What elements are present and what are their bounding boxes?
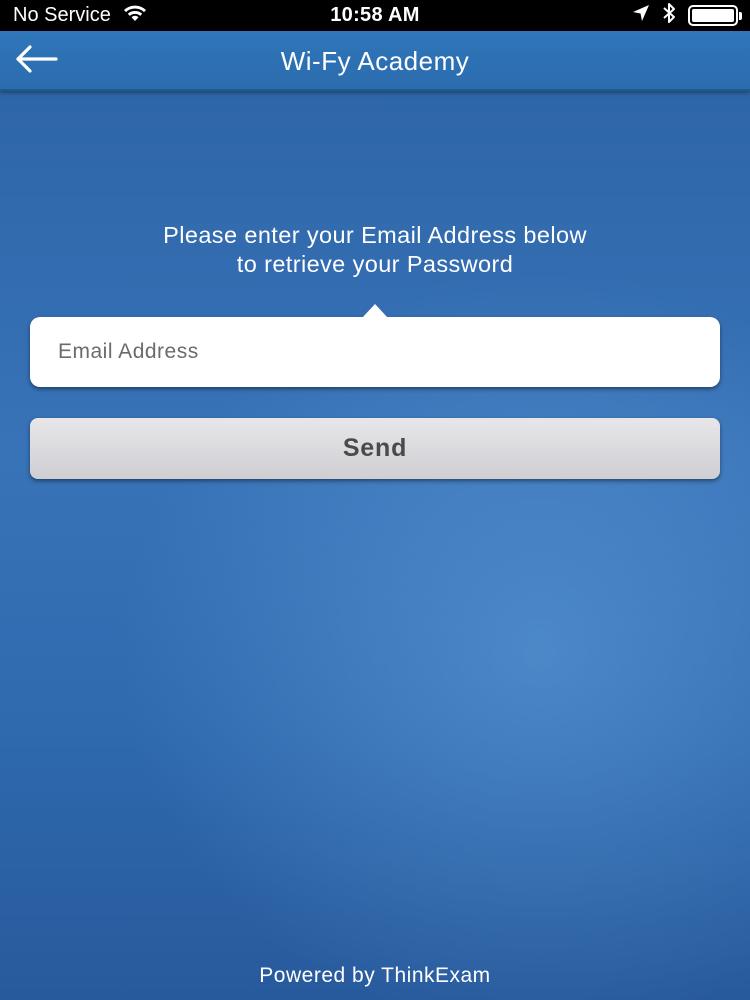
battery-icon <box>688 5 742 26</box>
email-field[interactable] <box>30 317 720 387</box>
status-right <box>632 0 742 31</box>
email-field-container <box>30 304 720 387</box>
main-content: Please enter your Email Address below to… <box>0 91 750 1000</box>
page-title: Wi-Fy Academy <box>280 45 470 76</box>
location-arrow-icon <box>632 4 650 28</box>
status-bar: No Service 10:58 AM <box>0 0 750 31</box>
send-button[interactable]: Send <box>30 418 720 479</box>
tooltip-pointer <box>362 304 388 318</box>
nav-bar: Wi-Fy Academy <box>0 31 750 91</box>
instruction-text: Please enter your Email Address below to… <box>0 221 750 279</box>
footer-credit: Powered by ThinkExam <box>259 964 491 987</box>
instruction-line-2: to retrieve your Password <box>236 251 514 277</box>
instruction-line-1: Please enter your Email Address below <box>163 222 587 248</box>
bluetooth-icon <box>662 2 676 30</box>
